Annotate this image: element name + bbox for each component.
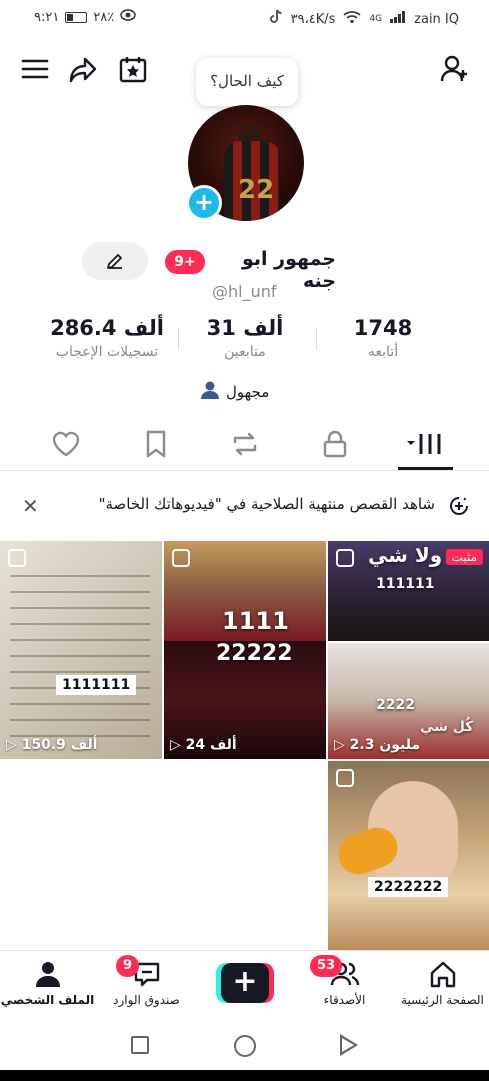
bio-person-icon [200,380,220,404]
avatar-jersey-number: 22 [238,175,275,205]
screen-bottom-edge [0,1070,489,1081]
bookmark-icon [146,430,166,458]
video-views: ▷ 150.9 ألف [6,737,98,753]
back-icon[interactable] [340,1034,358,1056]
story-add-icon [449,496,469,516]
status-right: ٣٩،٤K/s 4G zain IQ [269,9,459,29]
nav-home[interactable]: الصفحة الرئيسية [395,959,489,1007]
thumb-divider [328,641,489,643]
nav-inbox-label: صندوق الوارد [113,993,180,1007]
video-caption: 1111111 [56,675,137,695]
banner-text: شاهد القصص منتهية الصلاحية في "فيديوهاتك… [98,495,435,513]
tabs-divider [0,470,489,471]
nav-friends-label: الأصدقاء [323,993,366,1007]
share-icon[interactable] [68,54,98,84]
stat-following-value: 1748 [353,316,413,340]
signal-icon [390,11,406,27]
close-icon[interactable]: ✕ [22,494,39,518]
plus-icon: + [221,963,269,1003]
battery-percent: ٢٨٪ [93,9,115,25]
video-views-count: 24 ألف [185,737,237,753]
stat-likes-label: تسجيلات الإعجاب [55,344,159,360]
wifi-icon [343,10,361,28]
stat-followers-label: متابعين [224,344,266,360]
stat-following[interactable]: 1748 أتابعه [318,316,448,360]
video-thumb-text-page [10,561,150,741]
menu-icon[interactable] [20,54,50,84]
notification-badge[interactable]: 9+ [165,250,205,274]
nav-profile-label: الملف الشخصي [0,993,95,1007]
tab-videos[interactable] [405,428,443,460]
video-caption: 111111 [376,576,435,592]
status-time: ٩:٢١ [34,9,60,25]
stat-likes[interactable]: 286.4 ألف تسجيلات الإعجاب [42,316,172,360]
edit-profile-button[interactable] [82,242,148,280]
video-tile[interactable]: مثبت ولا شي 111111 2222 كُل شي ▷ 2.3 ملي… [328,541,489,759]
tab-reposts[interactable] [229,428,261,460]
tab-liked[interactable] [50,428,82,460]
bio-text: مجهول [226,383,270,401]
videos-grid-icon [407,434,441,454]
status-bubble[interactable]: كيف الحال؟ [196,58,298,106]
multi-video-icon [8,549,26,567]
eye-icon [120,9,137,25]
video-views: ▷ 24 ألف [170,737,237,753]
stat-divider [316,328,317,350]
nav-inbox[interactable]: صندوق الوارد [99,959,194,1007]
network-speed: ٣٩،٤K/s [290,11,336,27]
video-caption: 22222 [216,641,293,666]
multi-video-icon [172,549,190,567]
stat-likes-value: 286.4 ألف [50,316,164,340]
stat-followers[interactable]: 31 ألف متابعين [180,316,310,360]
video-views-count: 2.3 مليون [349,737,421,753]
tab-private[interactable] [319,428,351,460]
multi-video-icon [336,769,354,787]
system-nav [0,1022,489,1070]
stat-divider [178,328,179,350]
stat-followers-value: 31 ألف [206,316,284,340]
inbox-badge: 9 [116,955,140,977]
video-caption: 2222222 [368,877,449,897]
tiktok-notif-icon [269,9,283,29]
multi-video-icon [336,549,354,567]
network-type: 4G [369,14,383,24]
nav-profile[interactable]: الملف الشخصي [0,959,95,1007]
heart-icon [52,431,80,457]
nav-home-label: الصفحة الرئيسية [401,993,484,1007]
lock-icon [323,430,347,458]
status-bar: ٩:٢١ ٢٨٪ ٣٩،٤K/s 4G zain IQ [0,0,489,36]
recents-icon[interactable] [131,1036,149,1054]
video-tile[interactable]: 1111 22222 ▷ 24 ألف [164,541,326,759]
create-button[interactable]: + [216,963,274,1003]
pencil-icon [107,254,122,269]
video-caption: 1111 [222,607,289,635]
video-tile[interactable]: 2222222 [328,761,489,951]
calendar-star-icon[interactable] [118,54,148,84]
bio: مجهول [200,380,269,404]
pinned-badge: مثبت [445,549,483,565]
battery-icon [65,11,88,23]
add-friend-icon[interactable] [440,54,470,84]
tab-favorites[interactable] [140,428,172,460]
video-views-count: 150.9 ألف [21,737,98,753]
video-tile[interactable]: 1111111 ▷ 150.9 ألف [0,541,162,759]
bottom-nav: الصفحة الرئيسية الأصدقاء 53 + صندوق الوا… [0,950,489,1022]
video-caption: 2222 [376,697,415,713]
home-icon [430,961,455,988]
repost-icon [233,432,257,456]
status-left: ٩:٢١ ٢٨٪ [34,9,137,25]
video-views: ▷ 2.3 مليون [334,737,421,753]
carrier-name: zain IQ [414,11,459,27]
stat-following-label: أتابعه [367,344,399,360]
profile-icon [35,962,60,987]
video-caption: ولا شي [368,543,443,567]
profile-tabs [0,420,489,470]
username: @hl_unf [212,282,277,301]
add-story-button[interactable]: + [186,185,222,221]
friends-badge: 53 [310,955,343,977]
stories-banner[interactable]: ✕ شاهد القصص منتهية الصلاحية في "فيديوها… [0,482,489,528]
video-caption: كُل شي [420,719,474,735]
home-circle-icon[interactable] [234,1035,256,1057]
